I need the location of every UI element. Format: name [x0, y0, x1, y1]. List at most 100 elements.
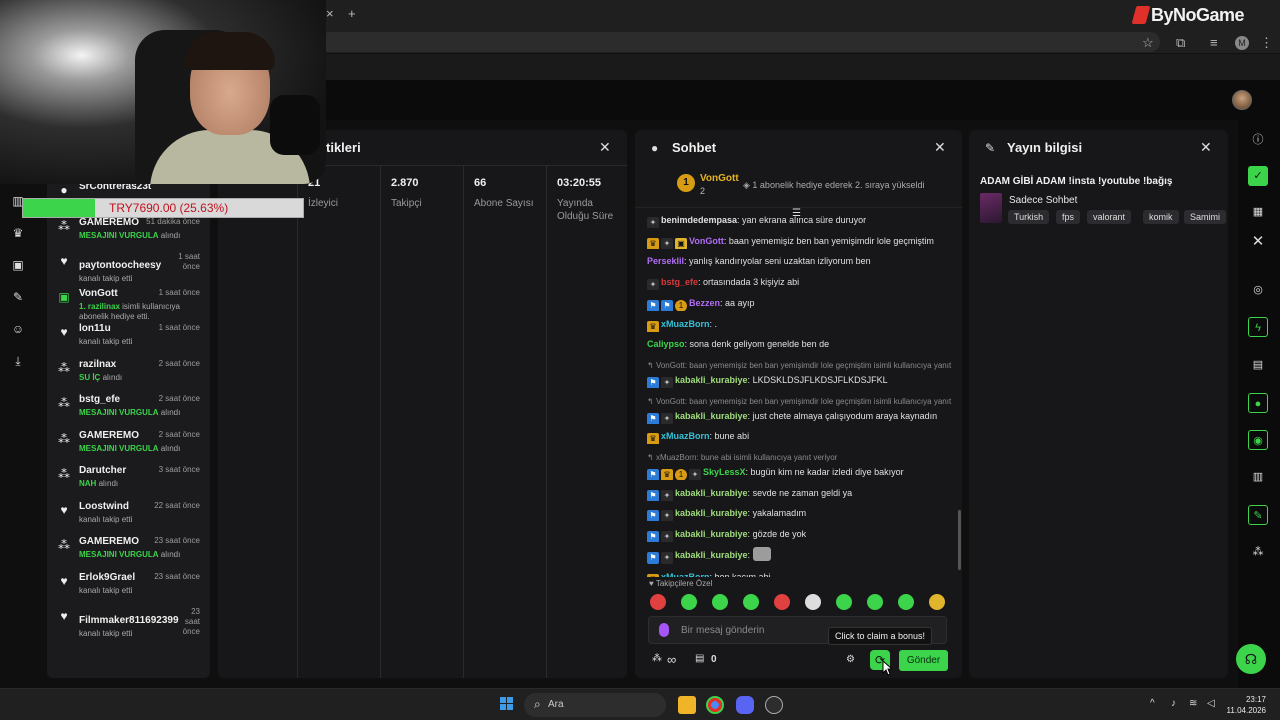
chrome-icon[interactable]	[706, 696, 724, 714]
info-icon[interactable]: ⓘ	[1248, 130, 1268, 150]
chat-message: ⚑ ✦ kabakli_kurabiye: yakalamadım	[647, 505, 953, 522]
taskbar-search[interactable]: ⌕ Ara	[524, 693, 666, 717]
chat-username[interactable]: bstg_efe	[661, 277, 698, 287]
users-icon[interactable]: ☺	[11, 322, 25, 336]
browser-menu-icon[interactable]: ⋮	[1260, 35, 1273, 51]
users-icon[interactable]: ⁂	[1248, 542, 1268, 562]
microphone-icon[interactable]	[659, 623, 669, 637]
chat-username[interactable]: benimdedempasa	[661, 215, 737, 225]
chat-username[interactable]: kabakli_kurabiye	[675, 488, 748, 498]
microphone-icon[interactable]: ♪	[1171, 698, 1176, 709]
new-tab-icon[interactable]: +	[348, 6, 356, 21]
feed-user-name[interactable]: GAMEREMO	[79, 430, 139, 441]
chat-username[interactable]: xMuazBorn	[661, 319, 710, 329]
feed-user-name[interactable]: Filmmaker811692399	[79, 615, 179, 626]
user-avatar[interactable]	[1232, 90, 1252, 110]
emote-icon[interactable]	[805, 594, 821, 610]
chat-username[interactable]: VonGott	[689, 236, 724, 246]
chat-username[interactable]: SkyLessX	[703, 467, 746, 477]
close-icon[interactable]: ✕	[934, 139, 946, 156]
feed-user-name[interactable]: Loostwind	[79, 501, 129, 512]
emote-icon[interactable]	[867, 594, 883, 610]
mixer-icon[interactable]: ▥	[1248, 467, 1268, 487]
lightning-icon[interactable]: ϟ	[1248, 317, 1268, 337]
crown-badge-icon: ♛	[647, 433, 659, 445]
trophy-icon[interactable]: ♛	[11, 226, 25, 240]
emote-icon[interactable]	[650, 594, 666, 610]
feed-item: ♥ Erlok9Grael 23 saat önce kanalı takip ett…	[47, 570, 210, 606]
tag-chip[interactable]: valorant	[1087, 210, 1132, 224]
bookmark-star-icon[interactable]: ☆	[1142, 35, 1154, 51]
close-icon[interactable]: ✕	[1200, 139, 1212, 156]
wrench-icon[interactable]: ✎	[1248, 505, 1268, 525]
emote-icon[interactable]	[681, 594, 697, 610]
feed-user-name[interactable]: lon11u	[79, 323, 111, 334]
tag-chip[interactable]: komik	[1143, 210, 1179, 224]
emote-icon[interactable]	[774, 594, 790, 610]
stat-value: 2.870	[391, 177, 419, 189]
support-headset-icon[interactable]: ☊	[1236, 644, 1266, 674]
chat-username[interactable]: Bezzen	[689, 298, 720, 308]
tag-chip[interactable]: fps	[1056, 210, 1081, 224]
emote-icon[interactable]	[898, 594, 914, 610]
emote-icon[interactable]	[712, 594, 728, 610]
emote-icon[interactable]	[929, 594, 945, 610]
donation-goal-text: TRY7690.00 (25.63%)	[109, 201, 229, 215]
document-icon[interactable]: ▤	[1248, 355, 1268, 375]
tag-chip[interactable]: Samimi	[1184, 210, 1227, 224]
chat-text: .	[714, 318, 718, 329]
chat-username[interactable]: Perseklil	[647, 256, 684, 266]
settings-gear-icon[interactable]: ⚙	[846, 654, 855, 665]
feed-user-name[interactable]: paytontoocheesy	[79, 260, 161, 271]
chat-username[interactable]: kabakli_kurabiye	[675, 550, 748, 560]
tag-chip[interactable]: Turkish	[1008, 210, 1050, 224]
store-icon[interactable]: ▤	[695, 653, 704, 664]
emote-icon[interactable]	[743, 594, 759, 610]
chat-username[interactable]: kabakli_kurabiye	[675, 508, 748, 518]
volume-icon[interactable]: ◁	[1207, 698, 1215, 709]
app-icon[interactable]	[765, 696, 783, 714]
chat-username[interactable]: kabakli_kurabiye	[675, 375, 748, 385]
chat-message: ✦ bstg_efe: ortasındada 3 kişiyiz abi	[647, 274, 953, 291]
download-icon[interactable]: ⤓	[11, 354, 25, 368]
top-gifter-name[interactable]: VonGott	[700, 173, 739, 184]
tab-close-icon[interactable]: ×	[326, 6, 334, 21]
feed-user-name[interactable]: GAMEREMO	[79, 536, 139, 547]
chevron-up-icon[interactable]: ^	[1150, 698, 1155, 709]
chat-bubble-icon[interactable]: ●	[1248, 393, 1268, 413]
stat-subscribers: 66 Abone Sayısı	[463, 165, 546, 678]
close-icon[interactable]: ✕	[1248, 232, 1268, 252]
chat-username[interactable]: kabakli_kurabiye	[675, 529, 748, 539]
chat-scrollbar[interactable]	[958, 510, 961, 570]
chat-username[interactable]: xMuazBorn	[661, 572, 710, 577]
feed-user-name[interactable]: VonGott	[79, 288, 118, 299]
chat-username[interactable]: xMuazBorn	[661, 431, 710, 441]
broadcast-icon[interactable]: ◉	[1248, 430, 1268, 450]
feed-user-name[interactable]: GAMEREMO	[79, 217, 139, 228]
feed-user-name[interactable]: bstg_efe	[79, 394, 120, 405]
chat-username[interactable]: kabakli_kurabiye	[675, 411, 748, 421]
video-icon[interactable]: ▣	[11, 258, 25, 272]
camera-icon[interactable]: ◎	[1248, 280, 1268, 300]
system-clock[interactable]: 23:17 11.04.2026	[1226, 694, 1266, 716]
feed-user-name[interactable]: Darutcher	[79, 465, 126, 476]
points-icon[interactable]: ⁂	[652, 653, 662, 664]
send-button[interactable]: Gönder	[899, 650, 948, 671]
address-bar[interactable]	[320, 32, 1160, 52]
discord-icon[interactable]	[736, 696, 754, 714]
browser-profile-avatar[interactable]: M	[1235, 36, 1249, 50]
feed-user-name[interactable]: razilnax	[79, 359, 116, 370]
emote-icon[interactable]	[836, 594, 852, 610]
wifi-icon[interactable]: ≋	[1189, 698, 1197, 709]
extensions-icon[interactable]: ⧉	[1176, 35, 1185, 51]
feed-user-name[interactable]: Erlok9Grael	[79, 572, 135, 583]
check-icon[interactable]: ✓	[1248, 166, 1268, 186]
feed-item: ⁂ bstg_efe 2 saat önce MESAJINI VURGULA alı…	[47, 392, 210, 428]
close-icon[interactable]: ✕	[599, 139, 611, 156]
media-icon[interactable]: ≡	[1210, 35, 1218, 50]
file-explorer-icon[interactable]	[678, 696, 696, 714]
layout-icon[interactable]: ▦	[1248, 202, 1268, 222]
chat-username[interactable]: Caliypso	[647, 339, 685, 349]
wrench-icon[interactable]: ✎	[11, 290, 25, 304]
windows-start-icon[interactable]	[500, 697, 514, 711]
